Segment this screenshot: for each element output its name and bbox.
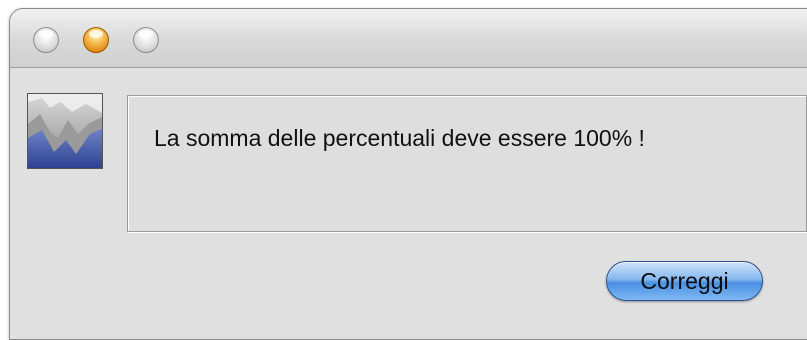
mountain-image-icon <box>28 94 102 168</box>
close-window-button[interactable] <box>33 27 59 53</box>
alert-dialog-window: La somma delle percentuali deve essere 1… <box>9 8 807 340</box>
zoom-window-button[interactable] <box>133 27 159 53</box>
dialog-body: La somma delle percentuali deve essere 1… <box>10 68 807 339</box>
message-panel: La somma delle percentuali deve essere 1… <box>127 95 807 232</box>
application-icon <box>27 93 103 169</box>
correggi-button[interactable]: Correggi <box>606 261 763 301</box>
title-bar <box>10 9 807 68</box>
alert-message: La somma delle percentuali deve essere 1… <box>154 125 645 151</box>
minimize-window-button[interactable] <box>83 27 109 53</box>
